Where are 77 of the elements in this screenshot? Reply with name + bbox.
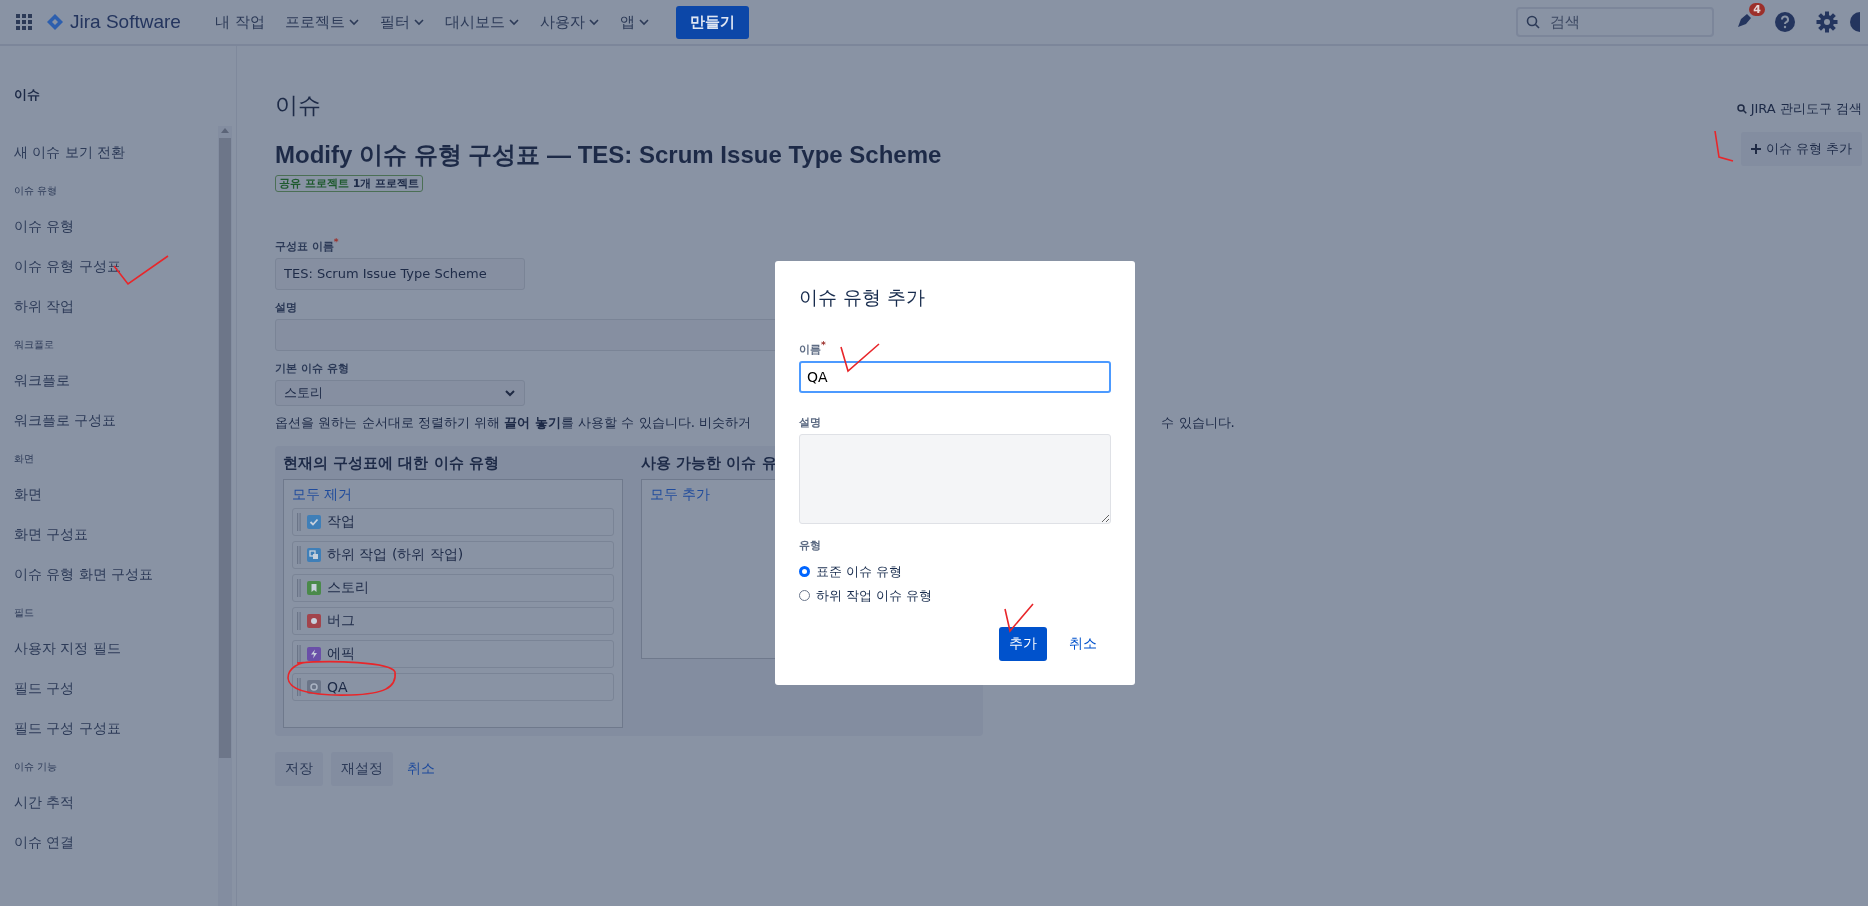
default-issue-type-label: 기본 이슈 유형 bbox=[275, 360, 349, 376]
form-button[interactable]: 저장 bbox=[275, 751, 323, 786]
scheme-name-field[interactable]: TES: Scrum Issue Type Scheme bbox=[275, 257, 525, 290]
remove-all-link[interactable]: 모두 제거 bbox=[292, 485, 614, 504]
sidebar-item[interactable]: 워크플로 구성표 bbox=[14, 412, 218, 430]
dialog-title: 이슈 유형 추가 bbox=[799, 285, 926, 310]
shared-projects-badge[interactable]: 공유 프로젝트 1개 프로젝트 bbox=[275, 175, 424, 192]
sidebar-section-header: 워크플로 bbox=[14, 338, 55, 352]
create-button[interactable]: 만들기 bbox=[675, 5, 749, 39]
settings-icon[interactable] bbox=[1816, 11, 1838, 33]
cancel-link[interactable]: 취소 bbox=[1069, 635, 1097, 653]
radio-option[interactable]: 표준 이슈 유형 bbox=[799, 562, 903, 581]
sidebar-item[interactable]: 필드 구성 bbox=[14, 680, 218, 698]
plus-icon bbox=[1750, 144, 1761, 154]
sidebar-item[interactable]: 이슈 유형 화면 구성표 bbox=[14, 566, 218, 584]
sidebar-item[interactable]: 화면 구성표 bbox=[14, 526, 218, 544]
column-heading: 현재의 구성표에 대한 이슈 유형 bbox=[283, 453, 500, 473]
sidebar-section-header: 이슈 기능 bbox=[14, 760, 59, 774]
check-mark-drawing bbox=[1004, 603, 1034, 633]
default-issue-type-select[interactable]: 스토리 bbox=[275, 379, 525, 406]
check-mark-drawing bbox=[1714, 130, 1734, 162]
issue-type-item[interactable]: QA bbox=[292, 672, 614, 701]
sidebar-item[interactable]: 사용자 지정 필드 bbox=[14, 640, 218, 658]
search-icon bbox=[1526, 15, 1540, 29]
avatar-icon bbox=[1850, 11, 1860, 33]
sidebar-item[interactable]: 워크플로 bbox=[14, 372, 218, 390]
check-mark-drawing bbox=[840, 343, 880, 373]
issue-type-item[interactable]: 에픽 bbox=[292, 639, 614, 668]
scroll-up-icon bbox=[220, 126, 230, 134]
name-field[interactable]: QA bbox=[799, 360, 1111, 393]
nav-menu[interactable]: 내 작업 bbox=[206, 8, 273, 36]
help-icon[interactable] bbox=[1774, 11, 1796, 33]
name-label: 이름$^{*}$ bbox=[799, 339, 826, 357]
nav-menu[interactable]: 대시보드 bbox=[436, 8, 528, 36]
issue-type-item[interactable]: 버그 bbox=[292, 606, 614, 635]
sidebar-item[interactable]: 이슈 연결 bbox=[14, 834, 218, 852]
issue-type-item[interactable]: 하위 작업 (하위 작업) bbox=[292, 540, 614, 569]
sidebar-section-header: 화면 bbox=[14, 452, 35, 466]
radio-option[interactable]: 하위 작업 이슈 유형 bbox=[799, 586, 933, 605]
column-heading: 사용 가능한 이슈 유 bbox=[641, 453, 778, 473]
sidebar-item[interactable]: 하위 작업 bbox=[14, 298, 218, 316]
scheme-name-label: 구성표 이름$^{*}$ bbox=[275, 236, 339, 254]
description-label: 설명 bbox=[799, 414, 821, 430]
nav-menu[interactable]: 사용자 bbox=[531, 8, 608, 36]
sidebar-item[interactable]: 이슈 유형 구성표 bbox=[14, 258, 218, 276]
scrollbar-thumb[interactable] bbox=[219, 138, 231, 758]
page-heading: Modify 이슈 유형 구성표 — TES: Scrum Issue Type Scheme bbox=[275, 140, 942, 170]
notification-count: 4 bbox=[1749, 3, 1765, 16]
help-text: 옵션을 원하는 순서대로 정렬하기 위해 끌어 놓기를 사용할 수 있습니다. 비슷하거 bbox=[275, 413, 752, 432]
sidebar-section-header: 이슈 유형 bbox=[14, 184, 59, 198]
add-button[interactable]: 추가 bbox=[999, 627, 1047, 661]
sidebar-item[interactable]: 이슈 유형 bbox=[14, 218, 218, 236]
product-name[interactable]: Jira Software bbox=[70, 11, 181, 33]
nav-menu[interactable]: 앱 bbox=[611, 8, 658, 36]
help-text: 수 있습니다. bbox=[1161, 413, 1235, 432]
scrollbar[interactable] bbox=[218, 126, 232, 906]
nav-menu[interactable]: 프로젝트 bbox=[276, 8, 368, 36]
search-field[interactable]: 검색 bbox=[1516, 7, 1714, 37]
admin-search-link[interactable]: JIRA 관리도구 검색 bbox=[1736, 100, 1862, 118]
sidebar-item[interactable]: 새 이슈 보기 전환 bbox=[14, 144, 218, 162]
page-section-title: 이슈 bbox=[275, 91, 322, 120]
issue-type-item[interactable]: 스토리 bbox=[292, 573, 614, 602]
search-icon bbox=[1736, 104, 1747, 114]
sidebar-item[interactable]: 화면 bbox=[14, 486, 218, 504]
cancel-link[interactable]: 취소 bbox=[401, 759, 441, 778]
issue-type-item[interactable]: 작업 bbox=[292, 507, 614, 536]
description-label: 설명 bbox=[275, 299, 297, 315]
add-issue-type-button[interactable]: 이슈 유형 추가 bbox=[1740, 132, 1862, 166]
form-button[interactable]: 재설정 bbox=[331, 751, 393, 786]
sidebar-item[interactable]: 필드 구성 구성표 bbox=[14, 720, 218, 738]
sidebar-section-header: 필드 bbox=[14, 606, 35, 620]
diamond-logo-icon bbox=[46, 13, 64, 31]
sidebar-title: 이슈 bbox=[14, 86, 41, 104]
sidebar-item[interactable]: 시간 추적 bbox=[14, 794, 218, 812]
apps-grid-icon[interactable] bbox=[16, 14, 32, 30]
nav-menu[interactable]: 필터 bbox=[371, 8, 433, 36]
type-label: 유형 bbox=[799, 537, 821, 553]
